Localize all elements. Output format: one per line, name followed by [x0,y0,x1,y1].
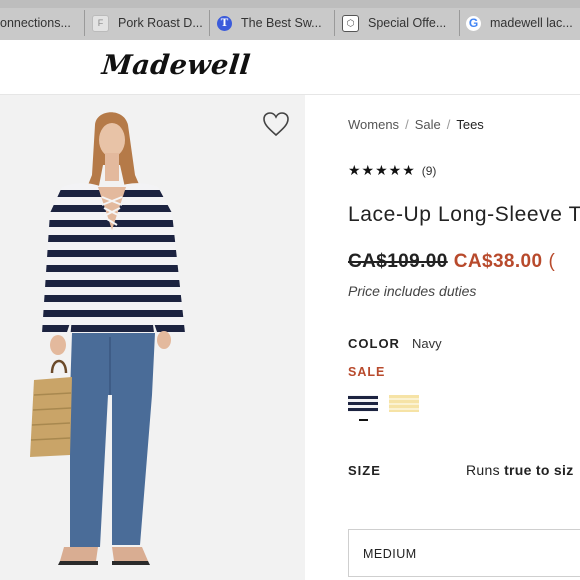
tab-separator [84,10,85,36]
review-count: (9) [421,164,437,178]
browser-tab-3[interactable]: T The Best Sw... [217,8,332,38]
browser-tab-strip: onnections... F Pork Roast D... T The Be… [0,0,580,40]
sale-price: CA$38.00 [453,251,543,272]
selected-swatch-indicator [359,419,368,421]
browser-tab-5[interactable]: G madewell lac... [466,8,580,38]
breadcrumb-sale[interactable]: Sale [415,117,441,132]
sale-label: SALE [348,365,386,379]
price-extra: ( [548,251,556,272]
breadcrumb: Womens / Sale / Tees [348,117,484,132]
product-details: Womens / Sale / Tees ★★★★★ (9) Lace-Up Long-S… [348,95,580,580]
browser-tab-1[interactable]: onnections... [0,8,84,38]
original-price: CA$109.00 [348,251,448,272]
swatch-navy-stripe[interactable] [348,395,378,412]
madewell-logo[interactable]: Madewell [100,50,252,81]
tab-separator [334,10,335,36]
tab-label: madewell lac... [490,16,573,30]
breadcrumb-separator: / [446,117,451,132]
tab-label: Pork Roast D... [118,16,203,30]
favorite-heart-button[interactable] [262,111,290,141]
product-title: Lace-Up Long-Sleeve T [348,203,580,226]
model-illustration [30,112,185,565]
product-image[interactable] [0,95,305,580]
color-row: COLOR Navy [348,336,442,351]
color-label: COLOR [348,336,400,351]
tabstrip-top-edge [0,0,580,8]
size-label: SIZE [348,463,381,478]
size-row: SIZE Runs true to siz [348,462,580,478]
color-value: Navy [411,336,442,351]
heart-icon [263,112,289,137]
site-header: Madewell [0,40,580,95]
tab-label: onnections... [0,16,71,30]
tab-label: Special Offe... [368,16,447,30]
browser-tab-2[interactable]: F Pork Roast D... [92,8,207,38]
letter-f-icon: F [92,14,109,32]
fit-bold: true to siz [504,462,574,478]
breadcrumb-womens[interactable]: Womens [348,117,399,132]
duties-note: Price includes duties [348,283,477,299]
tab-separator [459,10,460,36]
size-option-medium[interactable]: MEDIUM [348,529,580,577]
size-fit-note[interactable]: Runs true to siz [466,462,574,478]
rating[interactable]: ★★★★★ (9) [348,163,436,179]
navy-stripe-swatch-graphic [348,395,378,412]
shield-icon: ⬡ [342,14,359,32]
breadcrumb-tees[interactable]: Tees [456,117,483,132]
swatch-yellow-stripe[interactable] [389,395,419,412]
tab-label: The Best Sw... [241,16,322,30]
price-row: CA$109.00 CA$38.00( [348,251,555,273]
fit-prefix: Runs [466,462,505,478]
google-icon: G [466,15,481,31]
breadcrumb-separator: / [405,117,409,132]
browser-tab-4[interactable]: ⬡ Special Offe... [342,8,457,38]
yellow-stripe-swatch-graphic [389,395,419,412]
star-rating-icons: ★★★★★ [348,163,416,179]
tab-separator [209,10,210,36]
nyt-icon: T [217,15,232,31]
